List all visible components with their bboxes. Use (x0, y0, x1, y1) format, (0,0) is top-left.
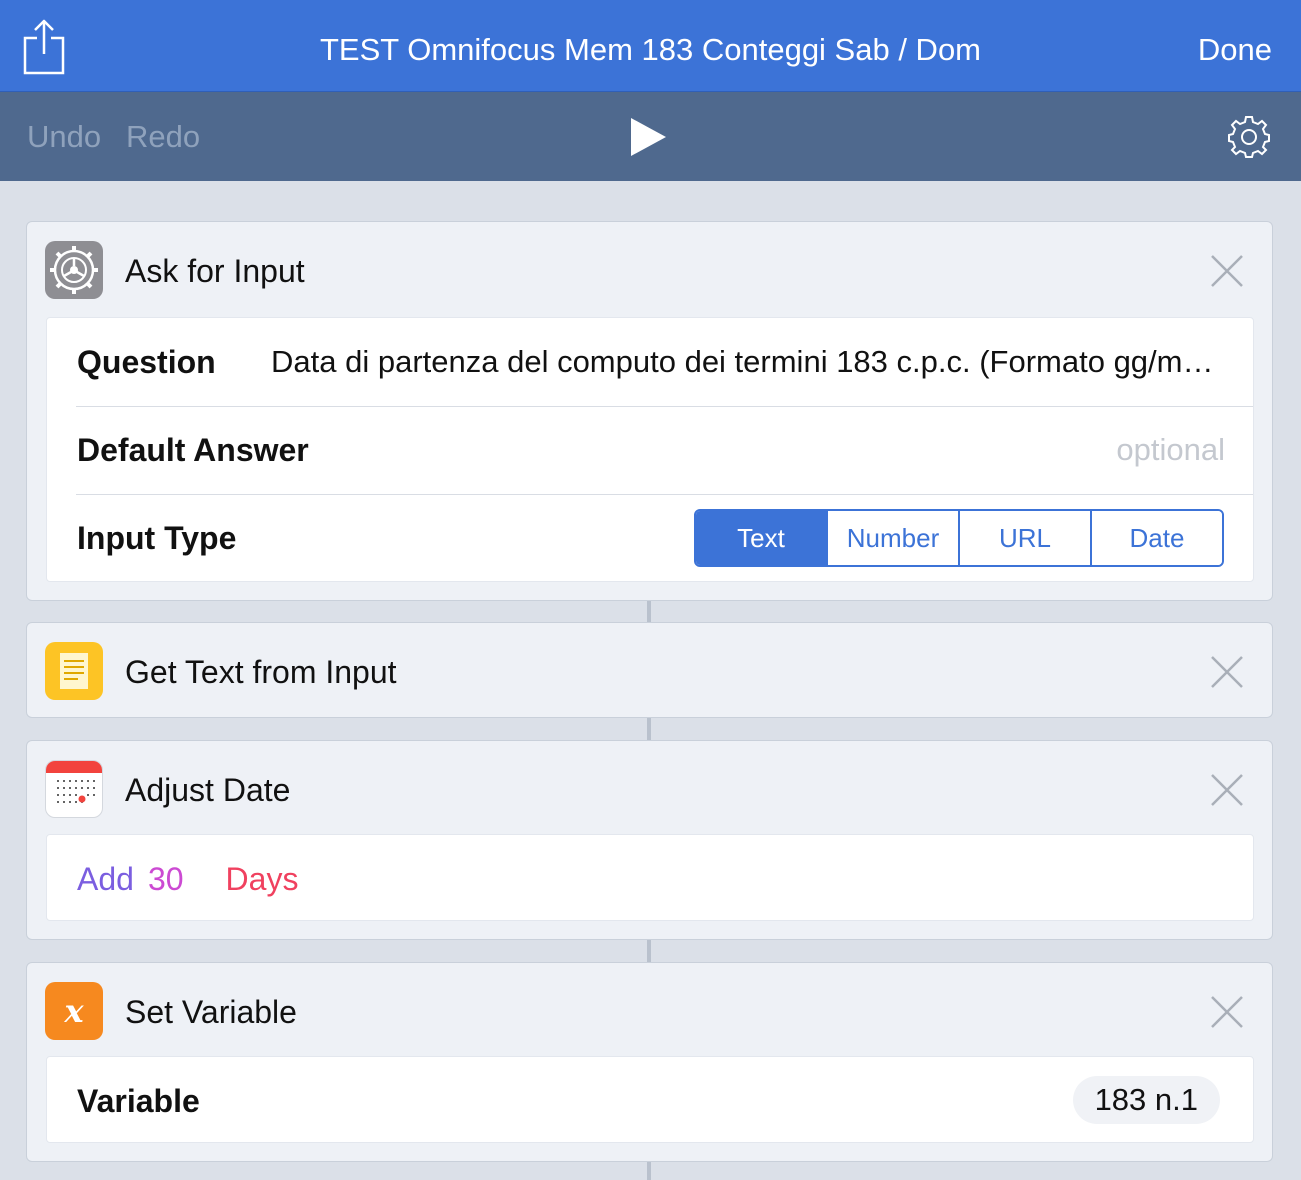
input-type-label: Input Type (77, 520, 237, 556)
connector-line (647, 718, 651, 740)
action-ask-for-input[interactable]: Ask for Input Question Data di partenza … (26, 221, 1273, 601)
variable-label: Variable (77, 1083, 200, 1119)
connector-line (647, 940, 651, 962)
action-parameters: Add 30 Days (46, 834, 1254, 921)
navigation-bar: TEST Omnifocus Mem 183 Conteggi Sab / Do… (0, 0, 1301, 92)
question-row[interactable]: Question Data di partenza del computo de… (47, 318, 1253, 406)
action-header: Get Text from Input (27, 623, 1272, 719)
close-icon[interactable] (1210, 773, 1244, 807)
workflow-title: TEST Omnifocus Mem 183 Conteggi Sab / Do… (319, 32, 982, 67)
close-icon[interactable] (1210, 655, 1244, 689)
unit-selector[interactable]: Days (226, 861, 299, 897)
close-icon[interactable] (1210, 254, 1244, 288)
done-button[interactable]: Done (1198, 0, 1272, 92)
action-set-variable[interactable]: x Set Variable Variable 183 n.1 (26, 962, 1273, 1162)
variable-icon: x (45, 982, 103, 1040)
action-title: Get Text from Input (125, 654, 397, 690)
amount-field[interactable]: 30 (148, 861, 184, 897)
action-title: Adjust Date (125, 772, 291, 808)
close-icon[interactable] (1210, 995, 1244, 1029)
share-icon[interactable] (22, 18, 66, 76)
action-parameters: Question Data di partenza del computo de… (46, 317, 1254, 582)
calendar-app-icon (45, 760, 103, 818)
action-header: x Set Variable (27, 963, 1272, 1059)
variable-row[interactable]: Variable 183 n.1 (47, 1057, 1253, 1143)
connector-line (647, 601, 651, 622)
editor-toolbar: Undo Redo (0, 92, 1301, 181)
default-answer-label: Default Answer (77, 432, 309, 468)
action-title: Set Variable (125, 994, 297, 1030)
action-header: Ask for Input (27, 222, 1272, 318)
default-answer-row[interactable]: Default Answer optional (47, 406, 1253, 494)
input-type-segmented-control[interactable]: Text Number URL Date (694, 509, 1224, 567)
question-label: Question (77, 344, 216, 380)
action-adjust-date[interactable]: Adjust Date Add 30 Days (26, 740, 1273, 940)
adjust-date-sentence: Add 30 Days (77, 835, 298, 921)
segment-url[interactable]: URL (958, 511, 1090, 565)
play-icon[interactable] (628, 117, 668, 157)
notes-app-icon (45, 642, 103, 700)
undo-button[interactable]: Undo (27, 92, 101, 181)
redo-button[interactable]: Redo (126, 92, 200, 181)
svg-text:x: x (63, 992, 84, 1030)
default-answer-field[interactable]: optional (1116, 406, 1225, 494)
action-get-text-from-input[interactable]: Get Text from Input (26, 622, 1273, 718)
segment-date[interactable]: Date (1090, 511, 1222, 565)
action-header: Adjust Date (27, 741, 1272, 837)
operation-selector[interactable]: Add (77, 861, 134, 897)
connector-line (647, 1162, 651, 1180)
action-title: Ask for Input (125, 253, 305, 289)
question-field[interactable]: Data di partenza del computo dei termini… (271, 318, 1225, 406)
settings-gear-icon[interactable] (1227, 115, 1271, 159)
variable-name-field[interactable]: 183 n.1 (1072, 1076, 1220, 1124)
gear-app-icon (45, 241, 103, 299)
segment-number[interactable]: Number (826, 511, 958, 565)
segment-text[interactable]: Text (696, 511, 826, 565)
action-parameters: Variable 183 n.1 (46, 1056, 1254, 1143)
